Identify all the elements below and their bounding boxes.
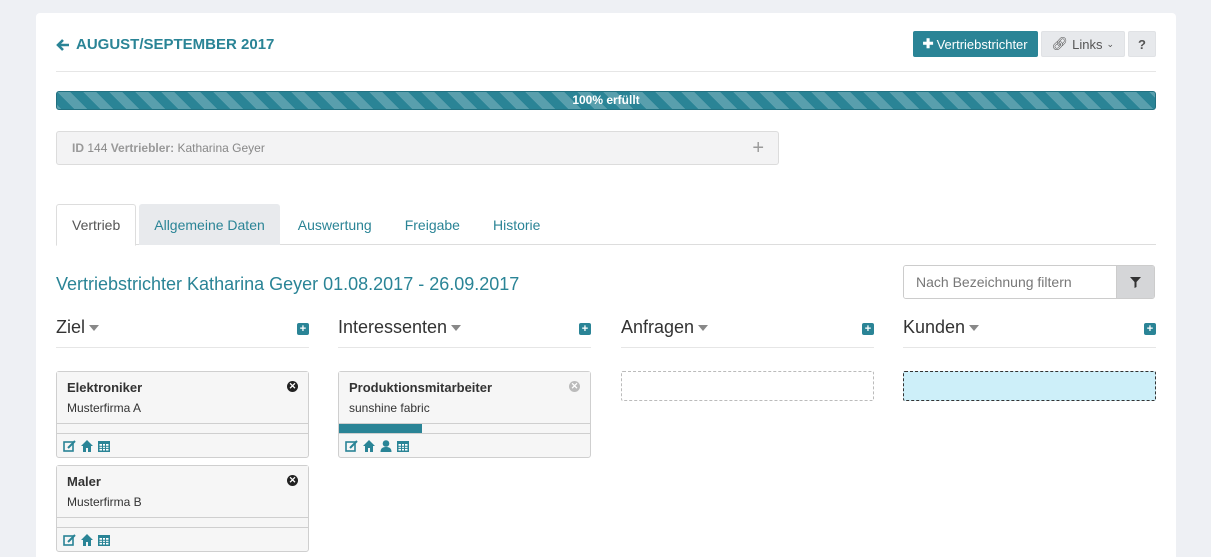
back-link[interactable]: AUGUST/SEPTEMBER 2017 xyxy=(56,36,274,53)
column-title-anfragen[interactable]: Anfragen xyxy=(621,317,709,338)
expand-plus-icon[interactable]: + xyxy=(752,137,764,160)
card-progress xyxy=(57,518,308,528)
caret-down-icon xyxy=(698,325,709,332)
tab-vertrieb[interactable]: Vertrieb xyxy=(56,204,137,246)
close-icon[interactable]: ✕ xyxy=(287,475,298,486)
card-progress xyxy=(57,424,308,434)
tab-allgemeine-daten[interactable]: Allgemeine Daten xyxy=(139,204,280,245)
calendar-icon[interactable] xyxy=(97,533,111,547)
seller-name: Katharina Geyer xyxy=(177,141,265,155)
column-title-label: Anfragen xyxy=(621,317,695,337)
card-progress xyxy=(339,424,590,434)
card[interactable]: Produktionsmitarbeiter sunshine fabric ✕ xyxy=(338,371,591,458)
calendar-icon[interactable] xyxy=(97,439,111,453)
drop-zone[interactable] xyxy=(621,371,874,401)
add-card-button[interactable]: + xyxy=(862,323,874,335)
caret-down-icon xyxy=(969,325,980,332)
help-label: ? xyxy=(1138,36,1146,52)
card[interactable]: Maler Musterfirma B ✕ xyxy=(56,465,309,552)
add-funnel-button[interactable]: ✚ Vertriebstrichter xyxy=(912,31,1038,57)
caret-down-icon xyxy=(451,325,462,332)
links-dropdown-button[interactable]: 🔗︎ Links ⌄ xyxy=(1040,31,1126,57)
tab-auswertung[interactable]: Auswertung xyxy=(283,204,387,245)
filter-input[interactable] xyxy=(904,266,1116,298)
home-icon[interactable] xyxy=(80,533,94,547)
page-title: AUGUST/SEPTEMBER 2017 xyxy=(76,36,275,53)
chevron-down-icon: ⌄ xyxy=(1106,38,1115,49)
progress-label: 100% erfüllt xyxy=(572,93,640,107)
help-button[interactable]: ? xyxy=(1128,31,1156,57)
column-kunden: Kunden + xyxy=(903,312,1156,401)
column-title-label: Ziel xyxy=(56,317,86,337)
column-anfragen: Anfragen + xyxy=(621,312,874,401)
user-icon[interactable] xyxy=(379,439,393,453)
filter-button[interactable] xyxy=(1116,266,1154,298)
edit-icon[interactable] xyxy=(63,439,77,453)
column-title-kunden[interactable]: Kunden xyxy=(903,317,980,338)
tab-historie[interactable]: Historie xyxy=(478,204,555,245)
column-ziel: Ziel + Elektroniker Musterfirma A ✕ Male… xyxy=(56,312,309,557)
arrow-left-icon xyxy=(56,38,69,51)
plus-icon: ✚ xyxy=(922,36,934,51)
card-progress-fill xyxy=(339,424,422,433)
drop-zone[interactable] xyxy=(903,371,1156,401)
calendar-icon[interactable] xyxy=(396,439,410,453)
column-title-interessenten[interactable]: Interessenten xyxy=(338,317,462,338)
column-title-label: Kunden xyxy=(903,317,966,337)
funnel-title: Vertriebstrichter Katharina Geyer 01.08.… xyxy=(56,274,520,294)
column-title-label: Interessenten xyxy=(338,317,448,337)
filter-icon xyxy=(1130,276,1141,288)
progress-bar: 100% erfüllt xyxy=(56,91,1156,110)
add-card-button[interactable]: + xyxy=(1144,323,1156,335)
tab-freigabe[interactable]: Freigabe xyxy=(390,204,475,245)
home-icon[interactable] xyxy=(80,439,94,453)
card-company: Musterfirma B xyxy=(67,495,142,509)
filter-group xyxy=(903,265,1155,299)
card[interactable]: Elektroniker Musterfirma A ✕ xyxy=(56,371,309,458)
edit-icon[interactable] xyxy=(63,533,77,547)
close-icon[interactable]: ✕ xyxy=(569,381,580,392)
edit-icon[interactable] xyxy=(345,439,359,453)
close-icon[interactable]: ✕ xyxy=(287,381,298,392)
column-title-ziel[interactable]: Ziel xyxy=(56,317,100,338)
card-company: Musterfirma A xyxy=(67,401,142,415)
add-funnel-label: Vertriebstrichter xyxy=(936,36,1028,52)
id-label: ID xyxy=(72,141,84,155)
add-card-button[interactable]: + xyxy=(297,323,309,335)
links-label: Links xyxy=(1072,36,1103,52)
tab-bar: Vertrieb Allgemeine Daten Auswertung Fre… xyxy=(56,204,1156,246)
column-interessenten: Interessenten + Produktionsmitarbeiter s… xyxy=(338,312,591,465)
seller-label: Vertriebler: xyxy=(110,141,175,155)
card-company: sunshine fabric xyxy=(349,401,430,415)
card-title: Produktionsmitarbeiter xyxy=(349,380,493,395)
id-info-box: ID 144 Vertriebler: Katharina Geyer + xyxy=(56,131,779,165)
card-title: Maler xyxy=(67,474,101,489)
home-icon[interactable] xyxy=(362,439,376,453)
page-header: AUGUST/SEPTEMBER 2017 ✚ Vertriebstrichte… xyxy=(56,30,1156,72)
id-value: 144 xyxy=(87,141,108,155)
add-card-button[interactable]: + xyxy=(579,323,591,335)
card-title: Elektroniker xyxy=(67,380,143,395)
caret-down-icon xyxy=(89,325,100,332)
link-icon: 🔗︎ xyxy=(1051,36,1069,51)
